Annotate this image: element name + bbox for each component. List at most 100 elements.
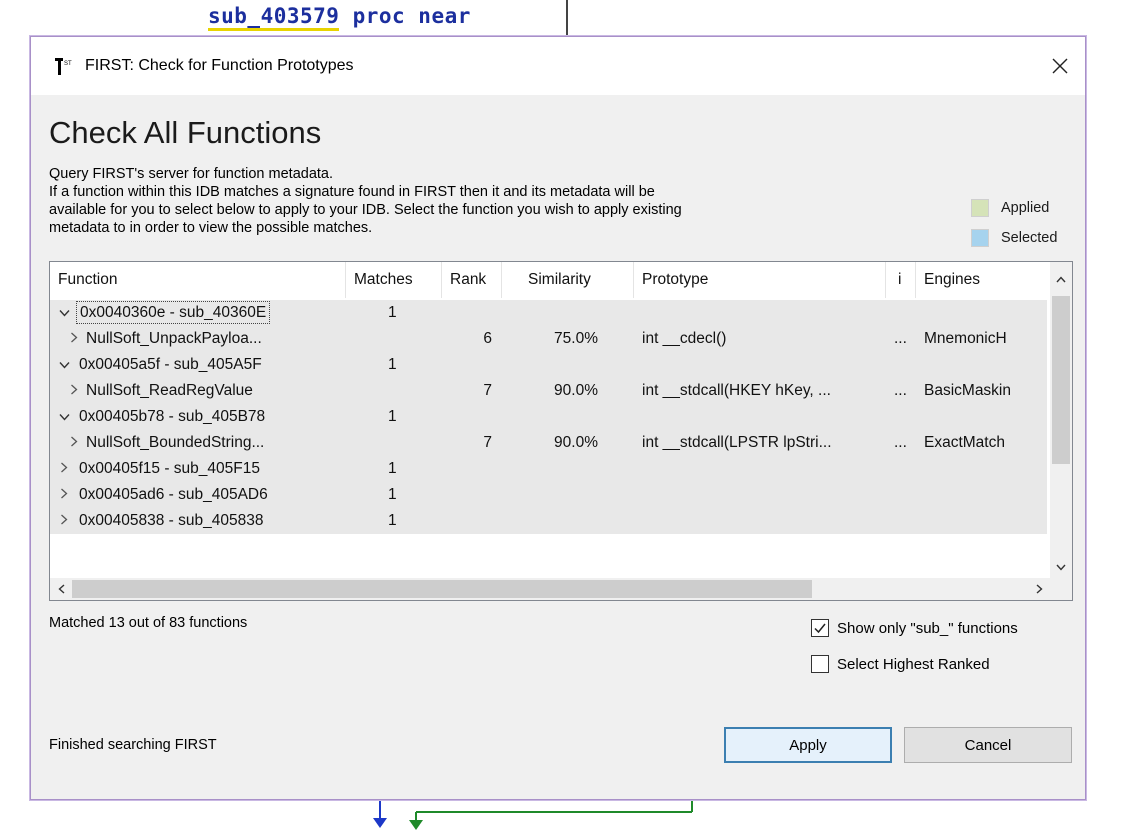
cell-matches: 1 (388, 486, 397, 503)
table-row-match[interactable]: NullSoft_ReadRegValue 7 90.0% int __stdcall… (50, 378, 1047, 404)
chevron-down-icon[interactable] (56, 404, 72, 430)
cell-similarity (502, 404, 634, 430)
table-rows: 0x0040360e - sub_40360E 1 NullSoft_UnpackP… (50, 300, 1047, 534)
cell-prototype: int __stdcall(HKEY hKey, ... (642, 382, 831, 399)
show-sub-functions-label[interactable]: Show only "sub_" functions (837, 620, 1018, 637)
select-highest-ranked-label[interactable]: Select Highest Ranked (837, 656, 990, 673)
legend-applied: Applied (971, 199, 1049, 217)
description-line: metadata to in order to view the possibl… (49, 220, 373, 236)
cell-function: 0x00405b78 - sub_405B78 (50, 404, 346, 430)
background-code-line: sub_403579 proc near (208, 4, 471, 31)
table-row-function[interactable]: 0x00405f15 - sub_405F15 1 (50, 456, 1047, 482)
function-name: 0x00405838 - sub_405838 (79, 512, 264, 529)
show-sub-functions-option[interactable]: Show only "sub_" functions (811, 619, 1018, 637)
cell-engines (916, 300, 1036, 326)
cell-prototype (634, 508, 886, 534)
cell-engines (916, 456, 1036, 482)
cell-rank (442, 456, 502, 482)
column-header-function[interactable]: Function (50, 262, 346, 298)
table-row-function[interactable]: 0x00405ad6 - sub_405AD6 1 (50, 482, 1047, 508)
scroll-down-arrow-icon[interactable] (1050, 556, 1072, 578)
cell-prototype (634, 300, 886, 326)
chevron-right-icon[interactable] (66, 378, 82, 404)
cancel-button[interactable]: Cancel (904, 727, 1072, 763)
title-bar[interactable]: ST FIRST: Check for Function Prototypes (31, 37, 1085, 95)
table-row-function[interactable]: 0x00405838 - sub_405838 1 (50, 508, 1047, 534)
table-row-function[interactable]: 0x00405a5f - sub_405A5F 1 (50, 352, 1047, 378)
column-header-engines[interactable]: Engines (916, 262, 1036, 298)
table-row-function[interactable]: 0x0040360e - sub_40360E 1 (50, 300, 1047, 326)
legend-selected: Selected (971, 229, 1057, 247)
chevron-down-icon[interactable] (56, 300, 72, 326)
description-line: available for you to select below to app… (49, 202, 682, 218)
table-row-match[interactable]: NullSoft_UnpackPayloa... 6 75.0% int __cdec… (50, 326, 1047, 352)
chevron-right-icon[interactable] (56, 482, 72, 508)
table-row-function[interactable]: 0x00405b78 - sub_405B78 1 (50, 404, 1047, 430)
selected-swatch (971, 229, 989, 247)
chevron-right-icon[interactable] (56, 508, 72, 534)
cell-rank (442, 508, 502, 534)
background-code-symbol: sub_403579 (208, 4, 340, 31)
description-line: If a function within this IDB matches a … (49, 184, 655, 200)
select-highest-ranked-checkbox[interactable] (811, 655, 829, 673)
cell-rank (442, 482, 502, 508)
vertical-scrollbar[interactable] (1050, 262, 1072, 578)
cell-matches: 1 (388, 304, 397, 321)
applied-swatch (971, 199, 989, 217)
cell-engines (916, 404, 1036, 430)
cell-function: NullSoft_ReadRegValue (50, 378, 346, 404)
select-highest-ranked-option[interactable]: Select Highest Ranked (811, 655, 990, 673)
cell-prototype (634, 456, 886, 482)
cell-function: 0x00405838 - sub_405838 (50, 508, 346, 534)
chevron-right-icon[interactable] (66, 430, 82, 456)
functions-table: Function Matches Rank Similarity Prototy… (49, 261, 1073, 601)
chevron-down-icon[interactable] (56, 352, 72, 378)
chevron-right-icon[interactable] (56, 456, 72, 482)
horizontal-scroll-thumb[interactable] (72, 580, 812, 598)
match-summary: Matched 13 out of 83 functions (49, 615, 248, 631)
cell-rank (442, 352, 502, 378)
cell-matches: 1 (388, 408, 397, 425)
cell-info: ... (894, 330, 907, 347)
cell-similarity: 75.0% (554, 330, 598, 347)
vertical-scroll-thumb[interactable] (1052, 296, 1070, 464)
function-name: NullSoft_UnpackPayloa... (86, 330, 262, 347)
background-graph-flow (373, 800, 693, 830)
chevron-right-icon[interactable] (66, 326, 82, 352)
column-header-matches[interactable]: Matches (346, 262, 442, 298)
cell-similarity (502, 508, 634, 534)
description: Query FIRST's server for function metada… (49, 165, 909, 237)
table-row-match[interactable]: NullSoft_BoundedString... 7 90.0% int __std… (50, 430, 1047, 456)
column-header-info[interactable]: i (886, 262, 916, 298)
close-button[interactable] (1041, 47, 1079, 85)
function-name: 0x00405b78 - sub_405B78 (79, 408, 266, 425)
cell-info (886, 508, 916, 534)
column-header-prototype[interactable]: Prototype (634, 262, 886, 298)
column-header-similarity[interactable]: Similarity (502, 262, 634, 298)
cell-matches (346, 326, 442, 352)
cell-engines: ExactMatch (924, 434, 1005, 451)
horizontal-scrollbar[interactable] (50, 578, 1050, 600)
cell-matches (346, 378, 442, 404)
cell-rank (442, 404, 502, 430)
scroll-up-arrow-icon[interactable] (1050, 268, 1072, 290)
cell-engines (916, 352, 1036, 378)
scroll-right-arrow-icon[interactable] (1028, 578, 1050, 600)
applied-label: Applied (1001, 200, 1050, 216)
window-title: FIRST: Check for Function Prototypes (85, 57, 354, 74)
cell-engines (916, 508, 1036, 534)
cell-matches: 1 (388, 512, 397, 529)
cell-prototype: int __cdecl() (642, 330, 727, 347)
show-sub-functions-checkbox[interactable] (811, 619, 829, 637)
cell-engines: BasicMaskin (924, 382, 1011, 399)
cell-similarity: 90.0% (554, 434, 598, 451)
cell-function: 0x00405f15 - sub_405F15 (50, 456, 346, 482)
first-app-icon: ST (55, 58, 72, 75)
column-header-rank[interactable]: Rank (442, 262, 502, 298)
cell-info (886, 404, 916, 430)
apply-button[interactable]: Apply (724, 727, 892, 763)
scroll-left-arrow-icon[interactable] (50, 578, 72, 600)
cell-function: NullSoft_UnpackPayloa... (50, 326, 346, 352)
function-name: 0x00405ad6 - sub_405AD6 (79, 486, 268, 503)
background-graph-edge (566, 0, 568, 36)
